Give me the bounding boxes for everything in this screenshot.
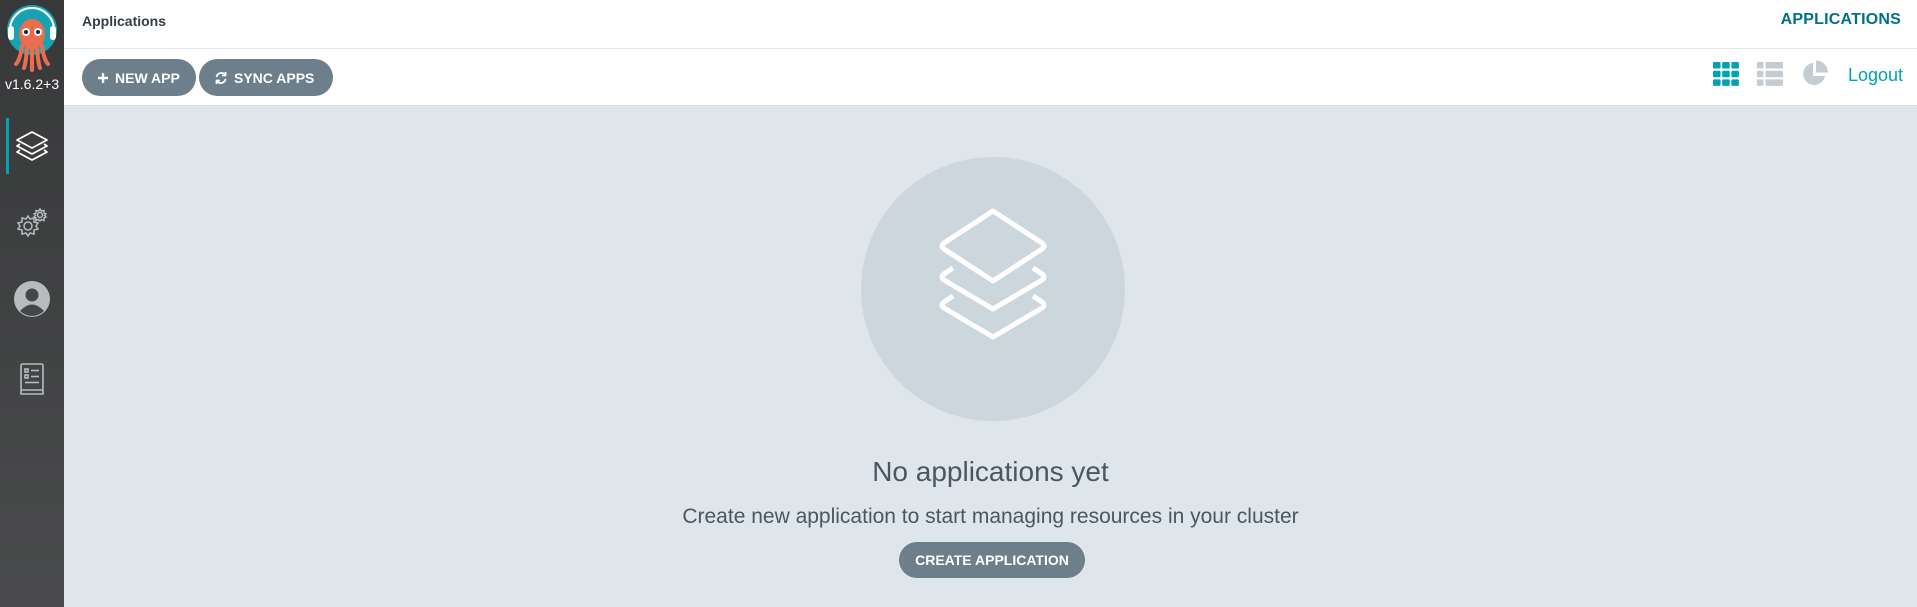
empty-state-illustration [861,157,1125,421]
top-header: Applications APPLICATIONS [64,0,1917,49]
book-icon [17,362,47,396]
sync-apps-label: SYNC APPS [234,69,315,86]
page-title: Applications [82,13,167,29]
argo-logo[interactable] [4,4,60,72]
tiles-view-button[interactable] [1711,61,1741,91]
layers-icon [913,207,1073,372]
create-application-button[interactable]: CREATE APPLICATION [899,542,1085,578]
sync-apps-button[interactable]: SYNC APPS [199,59,333,96]
sidebar-item-settings[interactable] [0,193,64,253]
sync-icon [214,71,228,85]
layers-icon [14,128,50,164]
toolbar: NEW APP SYNC APPS Logout [64,49,1917,106]
empty-state-subtitle: Create new application to start managing… [682,505,1299,528]
plus-icon [97,72,109,84]
grid-icon [1713,61,1739,91]
list-view-button[interactable] [1755,61,1785,91]
sidebar-item-applications[interactable] [0,116,64,176]
gears-icon [15,206,49,240]
sidebar: v1.6.2+3 [0,0,64,607]
pie-chart-icon [1801,60,1829,93]
breadcrumb-applications[interactable]: APPLICATIONS [1781,11,1901,29]
logout-link[interactable]: Logout [1848,65,1903,86]
list-icon [1757,61,1783,91]
user-circle-icon [13,280,51,318]
version-label: v1.6.2+3 [5,76,60,92]
sidebar-item-documentation[interactable] [0,349,64,409]
empty-state-title: No applications yet [872,456,1109,487]
sidebar-item-user-info[interactable] [0,269,64,329]
new-app-label: NEW APP [115,69,180,86]
summary-view-button[interactable] [1800,60,1830,93]
new-app-button[interactable]: NEW APP [82,59,196,96]
